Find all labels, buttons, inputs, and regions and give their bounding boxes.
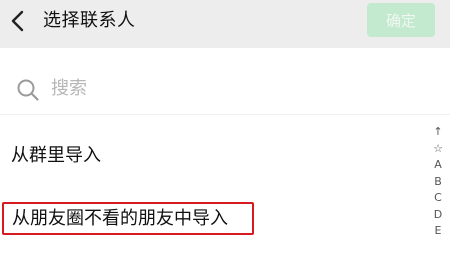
search-icon: [17, 79, 39, 101]
index-letter-c[interactable]: C: [434, 190, 442, 207]
index-letter-e[interactable]: E: [435, 223, 442, 240]
index-letter-d[interactable]: D: [434, 207, 442, 224]
index-letter-a[interactable]: A: [434, 157, 442, 174]
search-bar[interactable]: 搜索: [0, 64, 450, 114]
alphabet-index-bar[interactable]: ↑ ☆ A B C D E: [430, 124, 446, 240]
divider: [0, 114, 450, 115]
index-letter-star[interactable]: ☆: [433, 141, 443, 158]
import-from-moments-hidden-item[interactable]: 从朋友圈不看的朋友中导入: [2, 202, 254, 235]
top-bar: 选择联系人 确定: [0, 0, 450, 48]
index-letter-b[interactable]: B: [434, 174, 442, 191]
import-from-group-item[interactable]: 从群里导入: [11, 143, 101, 169]
search-input[interactable]: 搜索: [51, 76, 87, 102]
page-title: 选择联系人: [43, 10, 136, 31]
index-letter-top[interactable]: ↑: [433, 124, 442, 141]
confirm-button[interactable]: 确定: [367, 3, 435, 37]
back-icon[interactable]: [8, 10, 28, 32]
